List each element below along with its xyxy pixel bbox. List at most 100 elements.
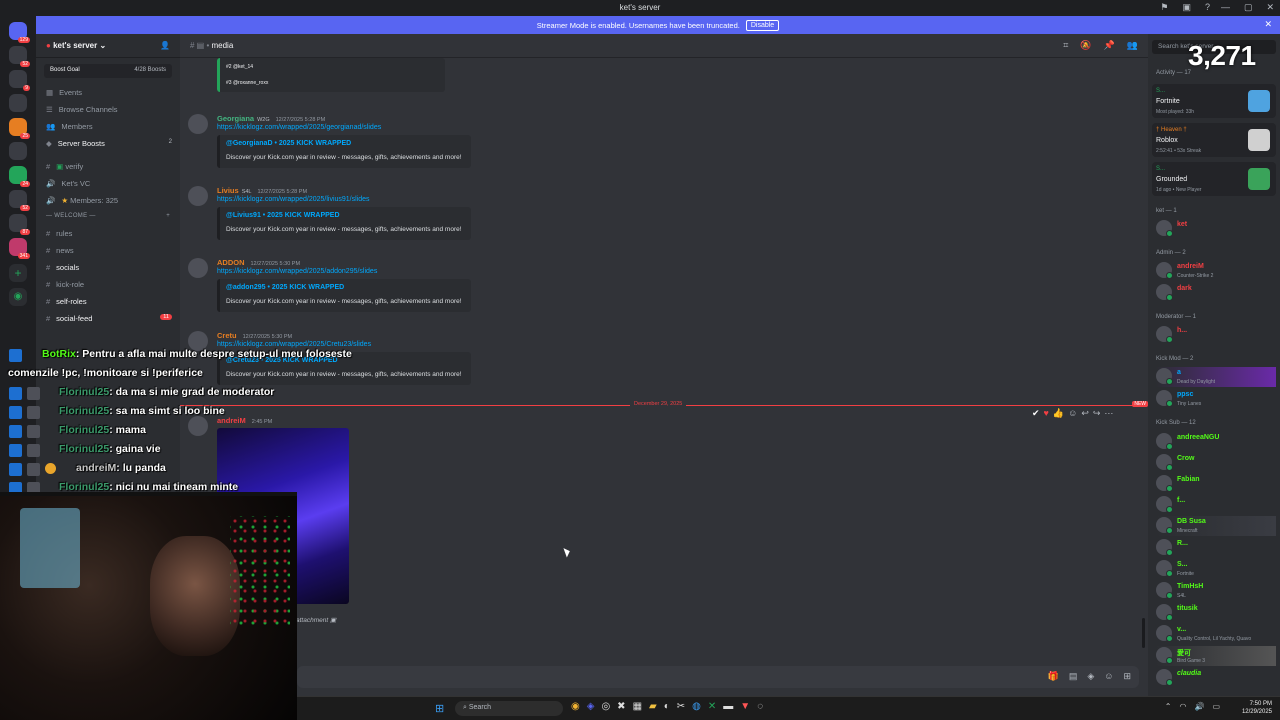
message-link[interactable]: https://kicklogz.com/wrapped/2025/georgi… <box>217 124 381 131</box>
app-icon[interactable]: ▦ <box>633 701 642 712</box>
member-item[interactable]: Fabian <box>1156 474 1276 494</box>
scrollbar[interactable] <box>1142 618 1145 648</box>
help-icon[interactable]: ? <box>1205 2 1210 13</box>
member-item[interactable]: 愛可 Bird Game 3 <box>1156 646 1276 666</box>
server-name[interactable]: ● ket's server ⌄ 👤 <box>36 34 180 58</box>
apps-icon[interactable]: ⊞ <box>1123 671 1131 682</box>
server-icon[interactable]: 341 <box>9 238 30 259</box>
mute-icon[interactable]: 🔕 <box>1080 40 1091 51</box>
channel-kets-vc[interactable]: 🔊 Ket's VC <box>36 175 180 192</box>
minimize-icon[interactable]: — <box>1221 2 1230 13</box>
username[interactable]: ADDON <box>217 258 245 267</box>
taskbar-clock[interactable]: 7:50 PM 12/29/2025 <box>1242 700 1272 716</box>
add-member-icon[interactable]: 👤 <box>160 41 170 50</box>
network-icon[interactable]: ⌃ <box>1165 702 1172 711</box>
add-reaction-icon[interactable]: ☺ <box>1068 408 1077 419</box>
member-item[interactable]: ket <box>1156 219 1276 239</box>
server-icon[interactable]: 25 <box>9 118 30 139</box>
channel-social-feed[interactable]: # social-feed 11 <box>36 310 180 327</box>
channel-self-roles[interactable]: # self-roles <box>36 293 180 310</box>
sidebar-item-members[interactable]: 👥 Members <box>36 118 180 135</box>
edge-icon[interactable]: ◍ <box>692 701 701 712</box>
message-link[interactable]: https://kicklogz.com/wrapped/2025/livius… <box>217 196 370 203</box>
username[interactable]: Livius <box>217 186 239 195</box>
member-item[interactable]: f... <box>1156 495 1276 515</box>
capcut-icon[interactable]: ✂ <box>677 701 685 712</box>
battery-icon[interactable]: ▭ <box>1212 702 1220 711</box>
close-icon[interactable]: ✕ <box>1266 2 1274 13</box>
member-item[interactable]: R... <box>1156 538 1276 558</box>
avatar[interactable] <box>188 258 208 278</box>
folder-icon[interactable]: ▰ <box>649 701 657 712</box>
wifi-icon[interactable]: ◠ <box>1179 702 1186 711</box>
channel-news[interactable]: # news <box>36 242 180 259</box>
chrome-icon[interactable]: ◉ <box>571 701 580 712</box>
member-item[interactable]: a Dead by Daylight <box>1156 367 1276 387</box>
member-item[interactable]: claudia <box>1156 668 1276 688</box>
server-icon[interactable]: 52 <box>9 46 30 67</box>
steam-icon[interactable]: ◎ <box>601 701 610 712</box>
activity-card[interactable]: S... Grounded 1d ago • New Player <box>1152 162 1276 196</box>
sidebar-item-browse[interactable]: ☰ Browse Channels <box>36 101 180 118</box>
member-item[interactable]: Crow <box>1156 453 1276 473</box>
boost-goal[interactable]: Boost Goal 4/28 Boosts <box>44 64 172 78</box>
avatar[interactable] <box>188 114 208 134</box>
activity-card[interactable]: S... Fortnite Most played: 33h <box>1152 84 1276 118</box>
gift-icon[interactable]: 🎁 <box>1048 671 1059 682</box>
discord-icon[interactable]: ◈ <box>587 701 595 712</box>
member-item[interactable]: dark <box>1156 283 1276 303</box>
server-icon[interactable] <box>9 142 27 160</box>
member-item[interactable]: S... Fortnite <box>1156 559 1276 579</box>
thumbs-up-icon[interactable]: 👍 <box>1053 408 1064 419</box>
members-toggle-icon[interactable]: 👥 <box>1127 40 1138 51</box>
gif-icon[interactable]: ▤ <box>1069 671 1078 682</box>
obs-icon[interactable]: ◌ <box>757 701 763 712</box>
forward-icon[interactable]: ↪ <box>1093 408 1101 419</box>
member-item[interactable]: andreeaNGU <box>1156 432 1276 452</box>
server-icon[interactable]: 87 <box>9 214 30 235</box>
sticker-icon[interactable]: ◈ <box>1087 671 1094 682</box>
channel-verify[interactable]: # ▣ verify <box>36 158 180 175</box>
pin-icon[interactable]: ⚑ <box>1160 2 1168 13</box>
username[interactable]: Georgiana <box>217 114 254 123</box>
app-icon[interactable]: ✖ <box>617 701 625 712</box>
username[interactable]: Cretu <box>217 331 237 340</box>
sidebar-item-boosts[interactable]: ◆ Server Boosts 2 <box>36 135 180 152</box>
taskbar-search[interactable]: ⌕ Search <box>455 701 563 716</box>
threads-icon[interactable]: ⌗ <box>1063 40 1068 51</box>
xbox-icon[interactable]: ✕ <box>708 701 716 712</box>
pin-icon[interactable]: 📌 <box>1104 40 1115 51</box>
server-icon[interactable] <box>9 94 27 112</box>
server-icon[interactable]: 52 <box>9 190 30 211</box>
discover-icon[interactable]: ◉ <box>9 288 27 306</box>
channel-rules[interactable]: # rules <box>36 225 180 242</box>
message-link[interactable]: https://kicklogz.com/wrapped/2025/addon2… <box>217 268 377 275</box>
member-item[interactable]: ppsc Tiny Lanes <box>1156 389 1276 409</box>
home-button[interactable]: 129 <box>9 22 30 43</box>
activity-card[interactable]: † Heaven † Roblox 2:52:41 • 53x Streak <box>1152 123 1276 157</box>
app-icon[interactable]: ◐ <box>664 701 670 712</box>
windows-start-icon[interactable]: ⊞ <box>435 702 444 715</box>
member-item[interactable]: titusik <box>1156 603 1276 623</box>
inbox-icon[interactable]: ▣ <box>1182 2 1191 13</box>
reply-icon[interactable]: ↩ <box>1081 408 1089 419</box>
channel-members-count[interactable]: 🔊 ★ Members: 325 <box>36 192 180 209</box>
disable-button[interactable]: Disable <box>745 19 780 31</box>
member-item[interactable]: v... Quality Control, Lil Yachty, Quavo <box>1156 624 1276 644</box>
sidebar-item-events[interactable]: ▦ Events <box>36 84 180 101</box>
channel-kick-role[interactable]: # kick-role <box>36 276 180 293</box>
avatar[interactable] <box>188 186 208 206</box>
server-icon[interactable]: 24 <box>9 166 30 187</box>
category-welcome[interactable]: — WELCOME — + <box>36 209 180 225</box>
member-item[interactable]: TimHsH S4L <box>1156 581 1276 601</box>
more-icon[interactable]: ⋯ <box>1104 408 1113 419</box>
brave-icon[interactable]: ▼ <box>740 701 750 712</box>
volume-icon[interactable]: 🔊 <box>1194 702 1204 711</box>
heart-reaction-icon[interactable]: ♥ <box>1044 408 1049 419</box>
close-icon[interactable]: ✕ <box>1264 19 1272 30</box>
member-item[interactable]: DB Susa Minecraft <box>1156 516 1276 536</box>
check-reaction-icon[interactable]: ✔ <box>1032 408 1040 419</box>
channel-socials[interactable]: # socials <box>36 259 180 276</box>
server-icon[interactable]: 9 <box>9 70 30 91</box>
maximize-icon[interactable]: ▢ <box>1244 2 1253 13</box>
